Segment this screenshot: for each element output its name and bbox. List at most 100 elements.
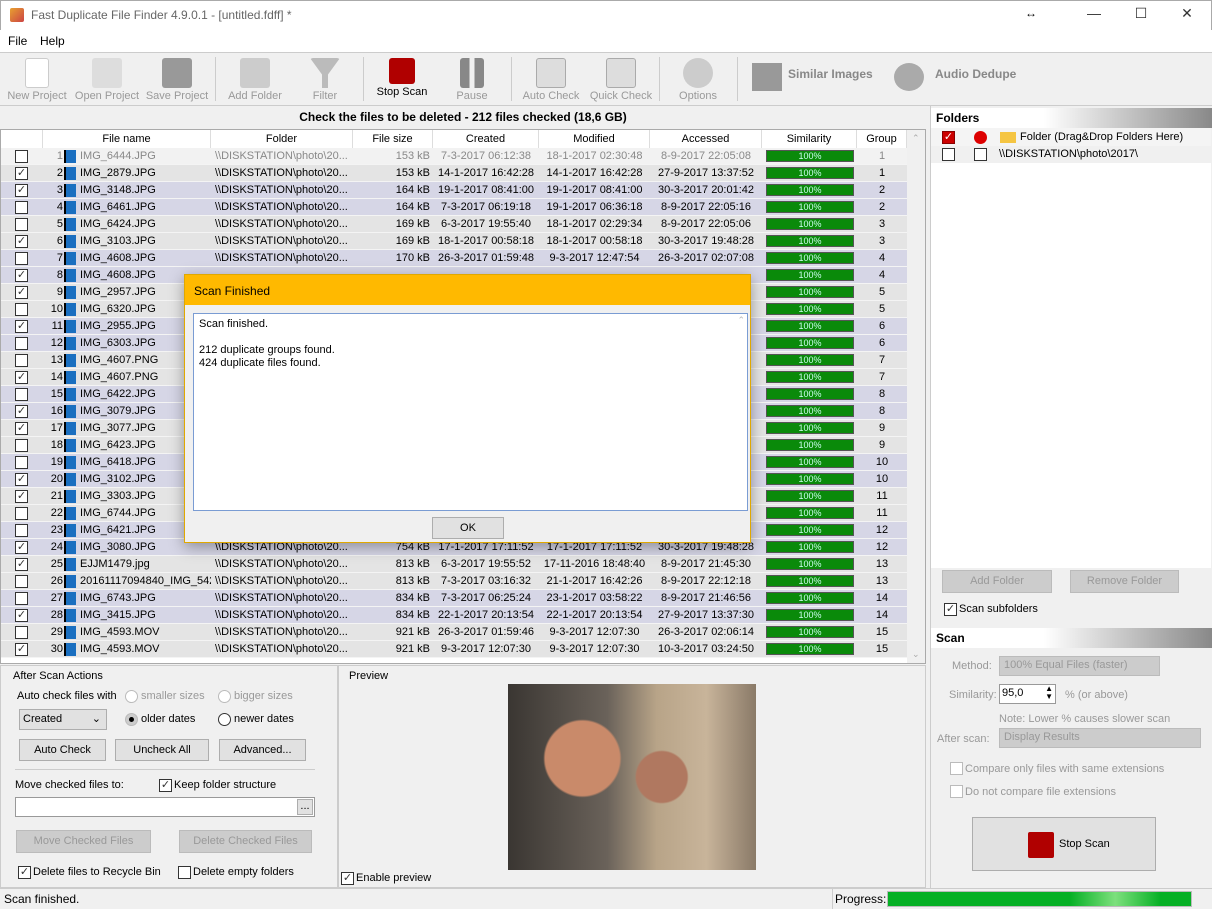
table-row[interactable]: 26 20161117094840_IMG_542 \\DISKSTATION\… bbox=[1, 573, 907, 590]
row-checkbox[interactable] bbox=[15, 626, 28, 639]
table-row[interactable]: 4 IMG_6461.JPG \\DISKSTATION\photo\20...… bbox=[1, 199, 907, 216]
minimize-button[interactable]: — bbox=[1074, 5, 1114, 27]
row-checkbox[interactable]: ✓ bbox=[15, 320, 28, 333]
table-row[interactable]: 29 IMG_4593.MOV \\DISKSTATION\photo\20..… bbox=[1, 624, 907, 641]
row-checkbox[interactable] bbox=[15, 575, 28, 588]
row-checkbox[interactable]: ✓ bbox=[15, 558, 28, 571]
table-row[interactable]: ✓ 25 EJJM1479.jpg \\DISKSTATION\photo\20… bbox=[1, 556, 907, 573]
row-checkbox[interactable] bbox=[15, 218, 28, 231]
check-all-checkbox[interactable]: ✓ bbox=[942, 131, 955, 144]
row-checkbox[interactable]: ✓ bbox=[15, 609, 28, 622]
menu-file[interactable]: File bbox=[8, 34, 27, 48]
row-checkbox[interactable]: ✓ bbox=[15, 405, 28, 418]
keep-structure-checkbox[interactable]: ✓ bbox=[159, 779, 172, 792]
folder-exclude-checkbox[interactable] bbox=[974, 148, 987, 161]
vertical-scrollbar[interactable]: ⌃ ⌄ bbox=[907, 130, 925, 663]
row-checkbox[interactable]: ✓ bbox=[15, 286, 28, 299]
delete-checked-files-button[interactable]: Delete Checked Files bbox=[179, 830, 312, 853]
row-checkbox[interactable] bbox=[15, 507, 28, 520]
column-header[interactable]: Similarity bbox=[762, 130, 857, 148]
column-header[interactable]: Accessed bbox=[650, 130, 762, 148]
quick-check-button[interactable]: Quick Check bbox=[586, 55, 656, 105]
add-folder-button[interactable]: Add Folder bbox=[220, 55, 290, 105]
row-checkbox[interactable]: ✓ bbox=[15, 490, 28, 503]
filter-button[interactable]: Filter bbox=[290, 55, 360, 105]
row-checkbox[interactable] bbox=[15, 150, 28, 163]
row-checkbox[interactable]: ✓ bbox=[15, 422, 28, 435]
no-extensions-checkbox[interactable] bbox=[950, 785, 963, 798]
ok-button[interactable]: OK bbox=[432, 517, 504, 539]
add-folder-panel-button[interactable]: Add Folder bbox=[942, 570, 1052, 593]
table-row[interactable]: ✓ 6 IMG_3103.JPG \\DISKSTATION\photo\20.… bbox=[1, 233, 907, 250]
similarity-spinner[interactable]: 95,0 ▲ ▼ bbox=[999, 684, 1056, 704]
menu-help[interactable]: Help bbox=[40, 34, 65, 48]
uncheck-all-button[interactable]: Uncheck All bbox=[115, 739, 209, 761]
column-header[interactable]: Group bbox=[857, 130, 907, 148]
column-header[interactable]: Modified bbox=[539, 130, 650, 148]
row-checkbox[interactable] bbox=[15, 524, 28, 537]
row-checkbox[interactable] bbox=[15, 252, 28, 265]
method-select[interactable]: 100% Equal Files (faster) bbox=[999, 656, 1160, 676]
folder-include-checkbox[interactable] bbox=[942, 148, 955, 161]
table-row[interactable]: ✓ 28 IMG_3415.JPG \\DISKSTATION\photo\20… bbox=[1, 607, 907, 624]
options-button[interactable]: Options bbox=[663, 55, 733, 105]
older-dates-radio[interactable] bbox=[125, 713, 138, 726]
column-header[interactable]: Created bbox=[433, 130, 539, 148]
table-row[interactable]: ✓ 3 IMG_3148.JPG \\DISKSTATION\photo\20.… bbox=[1, 182, 907, 199]
table-row[interactable]: ✓ 30 IMG_4593.MOV \\DISKSTATION\photo\20… bbox=[1, 641, 907, 658]
advanced-button[interactable]: Advanced... bbox=[219, 739, 306, 761]
row-checkbox[interactable] bbox=[15, 303, 28, 316]
row-checkbox[interactable]: ✓ bbox=[15, 235, 28, 248]
browse-button[interactable]: ... bbox=[297, 799, 313, 815]
similar-images-button[interactable]: Similar Images bbox=[788, 67, 873, 81]
folder-row[interactable]: \\DISKSTATION\photo\2017\ bbox=[931, 146, 1211, 163]
row-checkbox[interactable] bbox=[15, 592, 28, 605]
maximize-button[interactable]: ☐ bbox=[1121, 5, 1161, 27]
auto-check-button[interactable]: Auto Check bbox=[516, 55, 586, 105]
row-checkbox[interactable] bbox=[15, 337, 28, 350]
row-checkbox[interactable]: ✓ bbox=[15, 167, 28, 180]
spinner-arrows-icon[interactable]: ▲ ▼ bbox=[1045, 685, 1053, 701]
table-row[interactable]: 1 IMG_6444.JPG \\DISKSTATION\photo\20...… bbox=[1, 148, 907, 165]
pause-button[interactable]: Pause bbox=[437, 55, 507, 105]
row-checkbox[interactable] bbox=[15, 201, 28, 214]
table-row[interactable]: 27 IMG_6743.JPG \\DISKSTATION\photo\20..… bbox=[1, 590, 907, 607]
row-checkbox[interactable]: ✓ bbox=[15, 269, 28, 282]
smaller-sizes-radio[interactable] bbox=[125, 690, 138, 703]
row-checkbox[interactable] bbox=[15, 354, 28, 367]
new-project-button[interactable]: New Project bbox=[2, 55, 72, 105]
row-checkbox[interactable]: ✓ bbox=[15, 371, 28, 384]
save-project-button[interactable]: Save Project bbox=[142, 55, 212, 105]
check-column-header[interactable] bbox=[1, 130, 43, 148]
open-project-button[interactable]: Open Project bbox=[72, 55, 142, 105]
audio-dedupe-button[interactable]: Audio Dedupe bbox=[935, 67, 1016, 81]
scan-subfolders-checkbox[interactable]: ✓ bbox=[944, 603, 957, 616]
column-header[interactable]: File name bbox=[43, 130, 211, 148]
table-row[interactable]: 7 IMG_4608.JPG \\DISKSTATION\photo\20...… bbox=[1, 250, 907, 267]
criterion-select[interactable]: Created ⌄ bbox=[19, 709, 107, 730]
stop-scan-button[interactable]: Stop Scan bbox=[367, 55, 437, 105]
stop-scan-panel-button[interactable]: Stop Scan bbox=[972, 817, 1156, 871]
auto-check-action-button[interactable]: Auto Check bbox=[19, 739, 106, 761]
column-header[interactable]: Folder bbox=[211, 130, 353, 148]
recycle-bin-checkbox[interactable]: ✓ bbox=[18, 866, 31, 879]
scroll-down-icon[interactable]: ⌄ bbox=[912, 649, 920, 660]
column-header[interactable]: File size bbox=[353, 130, 433, 148]
same-extensions-checkbox[interactable] bbox=[950, 762, 963, 775]
row-checkbox[interactable] bbox=[15, 439, 28, 452]
enable-preview-checkbox[interactable]: ✓ bbox=[341, 872, 354, 885]
delete-empty-folders-checkbox[interactable] bbox=[178, 866, 191, 879]
row-checkbox[interactable] bbox=[15, 456, 28, 469]
row-checkbox[interactable]: ✓ bbox=[15, 643, 28, 656]
row-checkbox[interactable]: ✓ bbox=[15, 473, 28, 486]
scroll-up-icon[interactable]: ⌃ bbox=[737, 315, 745, 326]
move-path-input[interactable]: ... bbox=[15, 797, 315, 817]
close-button[interactable]: ✕ bbox=[1167, 5, 1207, 27]
table-row[interactable]: ✓ 2 IMG_2879.JPG \\DISKSTATION\photo\20.… bbox=[1, 165, 907, 182]
scroll-up-icon[interactable]: ⌃ bbox=[912, 133, 920, 144]
bigger-sizes-radio[interactable] bbox=[218, 690, 231, 703]
row-checkbox[interactable]: ✓ bbox=[15, 184, 28, 197]
row-checkbox[interactable]: ✓ bbox=[15, 541, 28, 554]
newer-dates-radio[interactable] bbox=[218, 713, 231, 726]
row-checkbox[interactable] bbox=[15, 388, 28, 401]
